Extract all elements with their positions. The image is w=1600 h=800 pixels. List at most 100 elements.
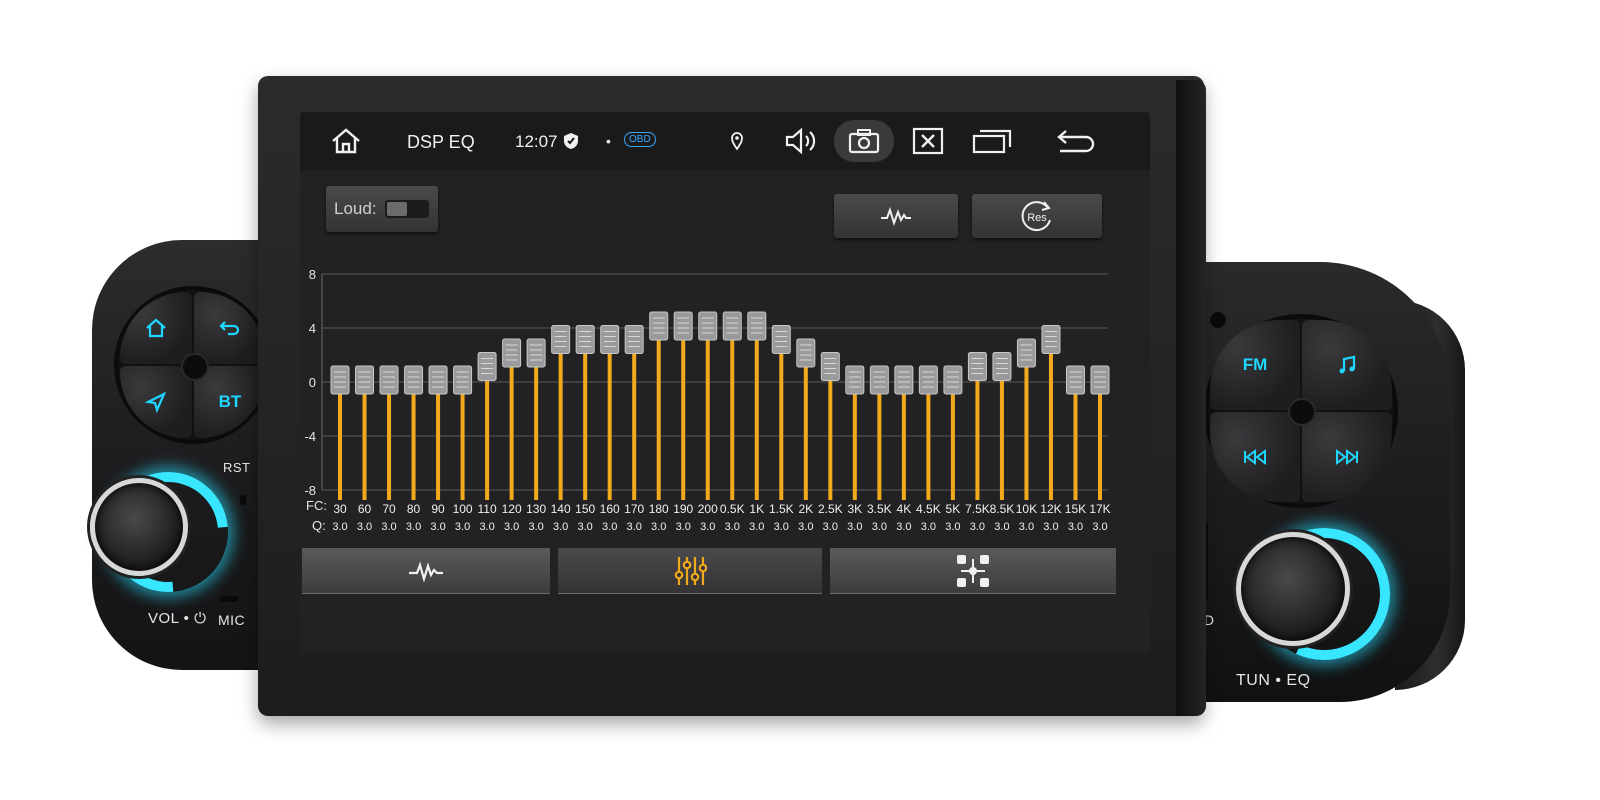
back-icon (219, 321, 240, 336)
back-button-screen[interactable] (1056, 124, 1096, 158)
eq-band-slider[interactable] (600, 325, 620, 354)
location-pin-icon (731, 132, 743, 150)
page-title: DSP EQ (407, 132, 475, 152)
fc-label: FC: (306, 498, 327, 513)
eq-band-slider[interactable] (502, 338, 522, 368)
eq-band-slider[interactable] (1016, 338, 1036, 368)
eq-band-slider[interactable] (747, 311, 767, 341)
eq-band-slider[interactable] (673, 311, 693, 341)
vol-text: VOL (148, 610, 179, 627)
tab-speaker-position[interactable] (830, 548, 1116, 594)
preset-button[interactable] (834, 194, 958, 238)
eq-band-slider[interactable] (526, 338, 546, 368)
y-tick-label: 0 (309, 375, 316, 390)
loud-toggle[interactable]: Loud: (326, 186, 438, 232)
location-status (722, 124, 752, 158)
eq-band-slider[interactable] (1090, 365, 1110, 395)
mic-label: MIC (218, 612, 246, 628)
sliders-icon (674, 557, 707, 585)
band-q-value: 3.0 (1092, 521, 1108, 533)
screen: DSP EQ 12:07 • OBD Loud: Res 8 4 0 -4 -8… (300, 112, 1150, 652)
close-window-button[interactable] (908, 124, 948, 158)
eq-band-slider[interactable] (943, 365, 963, 395)
power-icon: ⏻ (194, 610, 207, 627)
volume-button[interactable] (782, 124, 822, 158)
eq-band-bar (779, 341, 784, 500)
eq-band-bar (607, 341, 612, 500)
eq-band-slider[interactable] (649, 311, 669, 341)
tun-eq-label: TUN • EQ (1236, 672, 1311, 690)
eq-band-slider[interactable] (967, 352, 987, 381)
home-icon (332, 128, 360, 154)
eq-band-slider[interactable] (355, 365, 375, 395)
eq-band-slider[interactable] (428, 365, 448, 395)
eq-band-bar (877, 382, 882, 500)
loud-label: Loud: (334, 199, 377, 218)
tab-eq-sliders[interactable] (558, 548, 822, 594)
tune-knob[interactable] (1236, 532, 1350, 646)
tab-waveform[interactable] (302, 548, 550, 594)
eq-band-slider[interactable] (551, 325, 571, 354)
eq-text: EQ (1286, 672, 1311, 689)
clock: 12:07 (515, 132, 558, 151)
pad-center-right (1288, 398, 1316, 426)
shield-status (556, 124, 586, 158)
eq-sliders: 8 4 0 -4 -8 (304, 267, 1110, 500)
screenshot-button[interactable] (834, 120, 894, 162)
eq-band-bar (1098, 382, 1102, 500)
eq-band-bar (730, 328, 735, 500)
music-icon (1339, 355, 1356, 374)
eq-band-slider[interactable] (453, 365, 473, 395)
eq-band-bar (558, 341, 563, 500)
ir-sensor (1210, 312, 1226, 328)
shield-icon (564, 133, 578, 149)
left-control-pad: BT (118, 290, 268, 440)
right-control-pad: FM (1208, 318, 1394, 504)
eq-band-slider[interactable] (1041, 325, 1061, 354)
eq-band-bar (460, 382, 465, 500)
eq-band-slider[interactable] (330, 365, 350, 395)
eq-band-slider[interactable] (796, 338, 816, 368)
back-icon (1057, 130, 1095, 153)
eq-band-slider[interactable] (624, 325, 644, 354)
eq-band-slider[interactable] (477, 352, 497, 381)
eq-band-slider[interactable] (1065, 365, 1085, 395)
eq-band-slider[interactable] (845, 365, 865, 395)
eq-band-slider[interactable] (820, 352, 840, 381)
band-frequency: 17K (1089, 502, 1111, 516)
eq-band-slider[interactable] (918, 365, 938, 395)
pad-center (181, 353, 209, 381)
home-button-screen[interactable] (326, 124, 366, 158)
volume-knob[interactable] (90, 478, 188, 576)
next-track-icon (1336, 449, 1358, 465)
reset-button[interactable]: Res (972, 194, 1102, 238)
eq-band-slider[interactable] (771, 325, 791, 354)
eq-band-slider[interactable] (698, 311, 718, 341)
rst-label: RST (223, 460, 251, 475)
eq-band-bar (705, 328, 710, 500)
eq-band-slider[interactable] (379, 365, 399, 395)
eq-band-bar (387, 382, 392, 500)
eq-band-slider[interactable] (869, 365, 889, 395)
eq-band-slider[interactable] (404, 365, 424, 395)
eq-band-slider[interactable] (894, 365, 914, 395)
eq-band-bar (362, 382, 367, 500)
home-icon (146, 318, 166, 338)
screen-bezel-side (1176, 80, 1206, 716)
tun-text: TUN (1236, 672, 1271, 689)
tun-sep: • (1275, 672, 1282, 689)
eq-graph: 8 4 0 -4 -8 (300, 262, 1150, 582)
waveform-icon (881, 206, 911, 226)
eq-band-bar (436, 382, 441, 500)
rst-hole[interactable] (240, 495, 246, 505)
eq-band-bar (1048, 341, 1053, 500)
eq-band-slider[interactable] (722, 311, 742, 341)
loud-switch[interactable] (384, 200, 429, 218)
eq-band-bar (852, 382, 857, 500)
eq-band-slider[interactable] (575, 325, 595, 354)
recent-apps-button[interactable] (972, 124, 1012, 158)
y-tick-label: -4 (304, 429, 316, 444)
navigation-icon (145, 391, 167, 413)
fm-label: FM (1242, 355, 1268, 374)
eq-band-slider[interactable] (992, 352, 1012, 381)
